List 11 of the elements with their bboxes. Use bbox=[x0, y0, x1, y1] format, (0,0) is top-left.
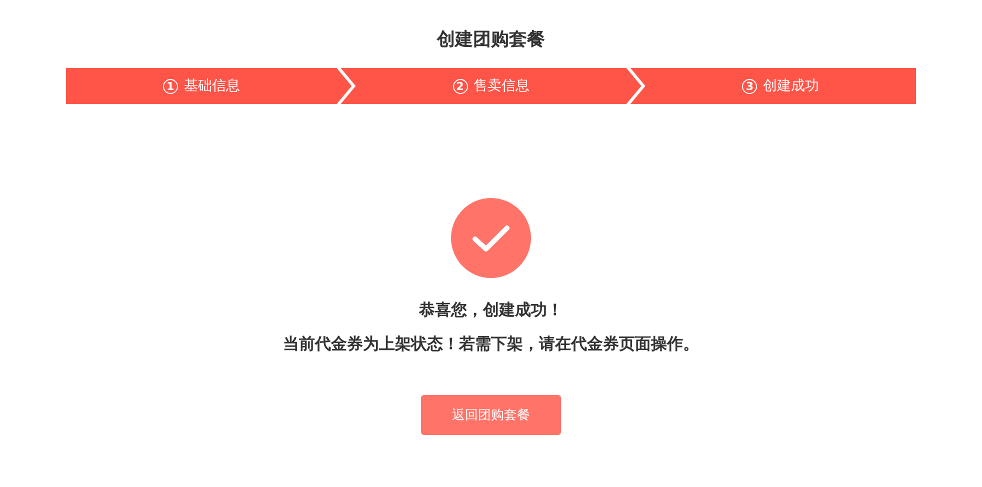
success-check-icon bbox=[451, 198, 531, 278]
success-heading: 恭喜您，创建成功！ bbox=[419, 299, 563, 321]
step-label: 售卖信息 bbox=[474, 77, 530, 95]
step-label: 基础信息 bbox=[184, 77, 240, 95]
back-button[interactable]: 返回团购套餐 bbox=[421, 395, 561, 435]
step-number: 3 bbox=[742, 78, 758, 94]
step-number: 2 bbox=[452, 78, 468, 94]
success-message: 当前代金券为上架状态！若需下架，请在代金券页面操作。 bbox=[283, 333, 699, 355]
step-label: 创建成功 bbox=[763, 77, 820, 95]
step-number: 1 bbox=[162, 78, 178, 94]
page-title: 创建团购套餐 bbox=[437, 28, 545, 52]
